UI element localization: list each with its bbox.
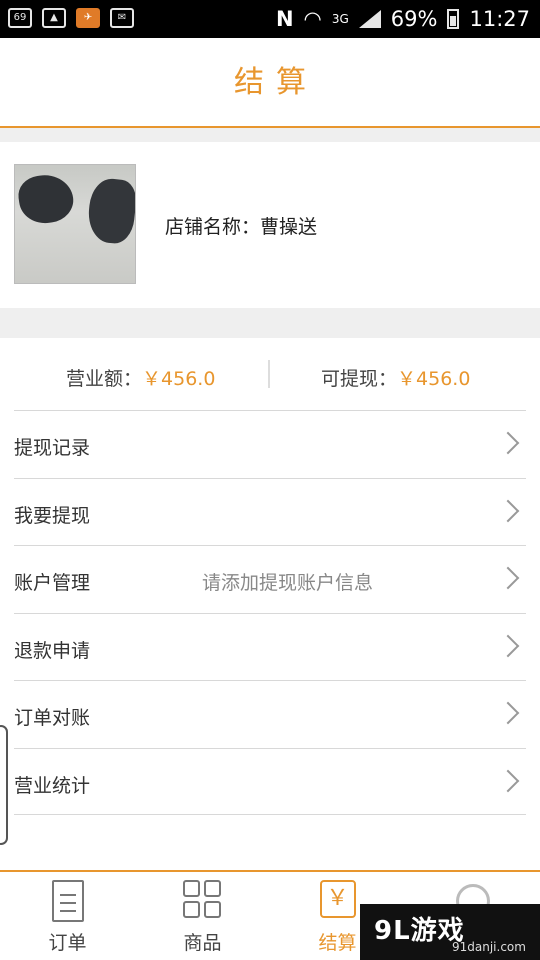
document-icon [51, 880, 84, 922]
store-image [14, 164, 136, 284]
section-gap [0, 308, 540, 338]
chevron-right-icon [496, 499, 520, 522]
menu-item-order-reconciliation[interactable]: 订单对账 [14, 680, 526, 748]
withdrawable-stat: 可提现：￥456.0 [321, 364, 470, 391]
menu-item-withdraw[interactable]: 我要提现 [14, 477, 526, 546]
battery-icon [447, 9, 460, 29]
revenue-stats: 营业额：￥456.0 可提现：￥456.0 [0, 338, 540, 410]
withdrawable-value: ￥456.0 [397, 368, 471, 390]
menu-item-label: 我要提现 [14, 504, 91, 527]
edge-swipe-handle[interactable] [0, 725, 8, 845]
menu-item-label: 提现记录 [14, 437, 91, 459]
app-notification-icon: ✈ [76, 8, 100, 28]
chevron-right-icon [496, 634, 520, 657]
watermark-url: 91danji.com [452, 940, 526, 954]
tab-label: 订单 [48, 932, 87, 954]
revenue-label: 营业额： [66, 368, 143, 390]
menu-item-refund-request[interactable]: 退款申请 [14, 612, 526, 681]
mail-icon: ✉ [110, 8, 134, 28]
status-bar: 69 ▲ ✈ ✉ N ◠ 3G 69% 11:27 [0, 0, 540, 38]
menu-item-withdraw-records[interactable]: 提现记录 [14, 410, 526, 478]
battery-percent: 69% [390, 7, 438, 31]
menu-item-business-statistics[interactable]: 营业统计 [14, 747, 526, 815]
section-gap [0, 128, 540, 142]
clock: 11:27 [469, 7, 530, 31]
gallery-icon: ▲ [42, 8, 66, 28]
menu-item-label: 退款申请 [14, 639, 91, 662]
revenue-value: ￥456.0 [142, 368, 216, 390]
page-title: 结算 [234, 65, 318, 100]
menu-item-hint: 请添加提现账户信息 [202, 572, 374, 594]
menu-item-label: 账户管理 [14, 572, 91, 594]
chevron-right-icon [496, 701, 520, 725]
page-header: 结算 [0, 38, 540, 128]
chevron-right-icon [496, 769, 520, 792]
tab-orders[interactable]: 订单 [0, 872, 135, 960]
chevron-right-icon [496, 431, 520, 455]
menu-item-account-management[interactable]: 账户管理 请添加提现账户信息 [14, 545, 526, 613]
watermark: 9L游戏 91danji.com [360, 904, 540, 960]
withdrawable-label: 可提现： [321, 368, 398, 390]
tab-label: 商品 [183, 932, 222, 954]
store-name: 店铺名称：曹操送 [165, 216, 318, 238]
chevron-right-icon [496, 566, 520, 590]
tab-goods[interactable]: 商品 [135, 872, 270, 960]
notification-count-icon: 69 [8, 8, 32, 28]
grid-icon [182, 880, 223, 922]
settlement-menu: 提现记录 我要提现 账户管理 请添加提现账户信息 退款申请 订单对账 营业统计 [14, 410, 526, 815]
revenue-stat: 营业额：￥456.0 [66, 364, 215, 391]
signal-icon [358, 10, 381, 28]
store-info: 店铺名称：曹操送 [0, 142, 540, 308]
stats-divider [268, 360, 270, 388]
wifi-icon: ◠ [303, 7, 322, 31]
yen-icon: ￥ [319, 880, 356, 922]
nfc-icon: N [275, 7, 294, 31]
network-type: 3G [331, 12, 349, 26]
menu-item-label: 营业统计 [14, 774, 91, 797]
menu-item-label: 订单对账 [14, 707, 91, 729]
